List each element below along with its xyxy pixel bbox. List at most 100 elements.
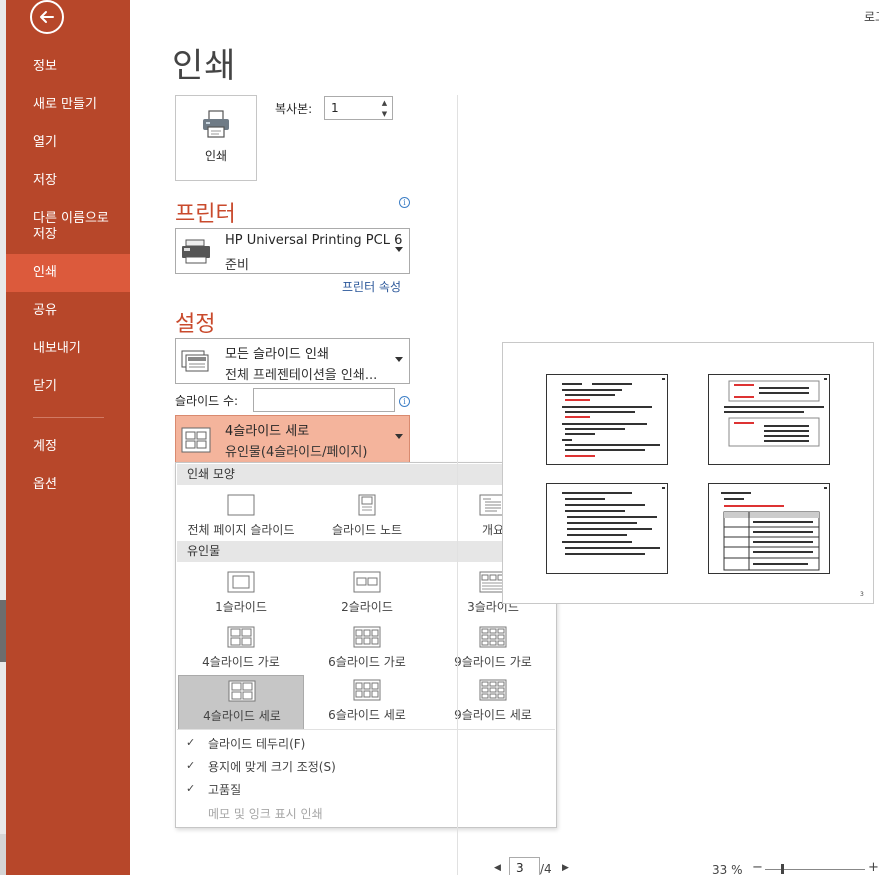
- nav-new[interactable]: 새로 만들기: [6, 97, 130, 113]
- option-label: 메모 및 잉크 표시 인쇄: [208, 807, 323, 821]
- option-handout-4h[interactable]: 4슬라이드 가로: [178, 622, 304, 677]
- panel-divider: [457, 95, 458, 875]
- layout-sub: 유인물(4슬라이드/페이지): [225, 445, 368, 460]
- back-button[interactable]: [30, 0, 64, 34]
- print-preview-page: 3: [502, 342, 874, 604]
- printer-icon: [203, 110, 229, 138]
- zoom-slider[interactable]: [765, 869, 865, 870]
- handouts-header: 유인물: [177, 541, 556, 562]
- nav-save[interactable]: 저장: [6, 173, 130, 189]
- option-high-quality[interactable]: ✓ 고품질: [176, 778, 556, 800]
- settings-heading: 설정: [175, 312, 216, 337]
- slides-input[interactable]: [253, 388, 395, 412]
- checkmark-icon: ✓: [186, 782, 196, 795]
- info-icon[interactable]: i: [399, 197, 410, 208]
- spin-up-icon[interactable]: ▲: [382, 99, 387, 107]
- nav-account[interactable]: 계정: [6, 439, 130, 455]
- option-label: 2슬라이드: [341, 600, 393, 614]
- option-label: 6슬라이드 세로: [328, 708, 406, 722]
- option-scale-to-fit[interactable]: ✓ 용지에 맞게 크기 조정(S): [176, 755, 556, 777]
- previous-page-icon[interactable]: ◀: [494, 863, 501, 873]
- next-page-icon[interactable]: ▶: [562, 863, 569, 873]
- backstage-sidebar: 정보 새로 만들기 열기 저장 다른 이름으로 저장 인쇄 공유 내보내기 닫기…: [6, 0, 130, 875]
- zoom-slider-thumb[interactable]: [781, 864, 784, 874]
- back-arrow-icon: [40, 11, 54, 23]
- info-icon[interactable]: i: [399, 396, 410, 407]
- option-notes-page[interactable]: 슬라이드 노트: [304, 490, 430, 545]
- handout-4v-icon: [181, 427, 211, 453]
- option-handout-1[interactable]: 1슬라이드: [178, 567, 304, 622]
- account-name: 로그: [864, 10, 879, 24]
- handout-6v-icon: [353, 679, 381, 701]
- printer-properties-link[interactable]: 프린터 속성: [342, 278, 401, 295]
- layout-flyout-menu: 인쇄 모양 전체 페이지 슬라이드 슬라이드 노트 개요 유인물 1슬라이드 2…: [175, 462, 557, 828]
- option-handout-6v[interactable]: 6슬라이드 세로: [304, 675, 430, 730]
- handout-6h-icon: [353, 626, 381, 648]
- option-label: 9슬라이드 가로: [454, 655, 532, 669]
- dropdown-arrow-icon: [395, 434, 403, 439]
- option-handout-9v[interactable]: 9슬라이드 세로: [430, 675, 556, 730]
- option-label: 슬라이드 테두리(F): [208, 737, 306, 751]
- option-handout-4v[interactable]: 4슬라이드 세로: [178, 675, 304, 730]
- page-number-input[interactable]: 3: [509, 857, 540, 875]
- nav-close[interactable]: 닫기: [6, 379, 130, 395]
- dropdown-arrow-icon: [395, 357, 403, 362]
- print-button[interactable]: 인쇄: [175, 95, 257, 181]
- nav-export[interactable]: 내보내기: [6, 341, 130, 357]
- handout-4v-icon: [228, 680, 256, 702]
- full-page-slide-icon: [227, 494, 255, 516]
- zoom-out-button[interactable]: −: [752, 860, 763, 875]
- preview-page-number: 3: [860, 591, 864, 598]
- option-full-page-slide[interactable]: 전체 페이지 슬라이드: [178, 490, 304, 545]
- flyout-separator: [177, 729, 555, 730]
- printer-status: 준비: [225, 258, 249, 273]
- printer-device-icon: [182, 239, 210, 264]
- slides-label: 슬라이드 수:: [175, 394, 239, 408]
- copies-spinner[interactable]: ▲ ▼: [377, 97, 392, 119]
- print-layout-header: 인쇄 모양: [177, 464, 556, 485]
- page-title: 인쇄: [172, 46, 237, 86]
- slide-thumbnail: [708, 483, 830, 574]
- nav-info[interactable]: 정보: [6, 59, 130, 75]
- option-handout-2[interactable]: 2슬라이드: [304, 567, 430, 622]
- option-frame-slides[interactable]: ✓ 슬라이드 테두리(F): [176, 732, 556, 754]
- option-label: 6슬라이드 가로: [328, 655, 406, 669]
- print-range-sub: 전체 프레젠테이션을 인쇄...: [225, 368, 378, 383]
- option-label: 4슬라이드 세로: [203, 709, 281, 723]
- option-handout-6h[interactable]: 6슬라이드 가로: [304, 622, 430, 677]
- handout-9v-icon: [479, 679, 507, 701]
- nav-save-as[interactable]: 다른 이름으로 저장: [6, 211, 130, 243]
- spin-down-icon[interactable]: ▼: [382, 110, 387, 118]
- option-handout-9h[interactable]: 9슬라이드 가로: [430, 622, 556, 677]
- print-button-label: 인쇄: [204, 149, 228, 163]
- layout-dropdown[interactable]: 4슬라이드 세로 유인물(4슬라이드/페이지): [175, 415, 410, 463]
- handout-4h-icon: [227, 626, 255, 648]
- option-label: 전체 페이지 슬라이드: [187, 523, 295, 537]
- nav-open[interactable]: 열기: [6, 135, 130, 151]
- option-label: 1슬라이드: [215, 600, 267, 614]
- option-label: 9슬라이드 세로: [454, 708, 532, 722]
- print-range-main: 모든 슬라이드 인쇄: [225, 347, 329, 362]
- printer-dropdown[interactable]: HP Universal Printing PCL 6 준비: [175, 228, 410, 274]
- option-label: 고품질: [208, 783, 242, 797]
- zoom-in-button[interactable]: +: [868, 860, 879, 875]
- printer-name: HP Universal Printing PCL 6: [225, 233, 403, 248]
- slide-thumbnail: [546, 374, 668, 465]
- print-range-dropdown[interactable]: 모든 슬라이드 인쇄 전체 프레젠테이션을 인쇄...: [175, 338, 410, 384]
- checkmark-icon: ✓: [186, 759, 196, 772]
- layout-main: 4슬라이드 세로: [225, 424, 310, 439]
- notes-page-icon: [358, 494, 376, 516]
- option-label: 슬라이드 노트: [331, 523, 403, 537]
- copies-label: 복사본:: [275, 102, 313, 116]
- checkmark-icon: ✓: [186, 736, 196, 749]
- option-print-comments: 메모 및 잉크 표시 인쇄: [176, 802, 556, 824]
- nav-print[interactable]: 인쇄: [6, 254, 130, 292]
- slide-thumbnail: [708, 374, 830, 465]
- nav-share[interactable]: 공유: [6, 303, 130, 319]
- option-label: 4슬라이드 가로: [202, 655, 280, 669]
- handout-2-icon: [353, 571, 381, 593]
- zoom-level[interactable]: 33 %: [712, 863, 743, 875]
- nav-divider: [33, 417, 104, 418]
- nav-options[interactable]: 옵션: [6, 477, 130, 493]
- page-total: /4: [540, 862, 552, 875]
